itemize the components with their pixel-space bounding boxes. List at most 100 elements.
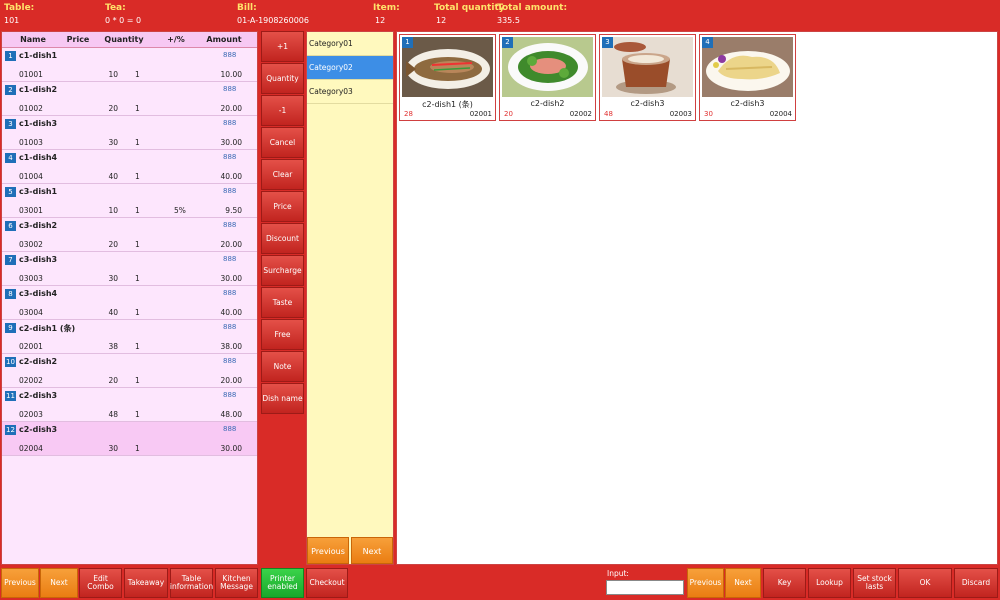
row-amount: 40.00 [220,308,242,317]
checkout-button[interactable]: Checkout [306,568,348,598]
dish-code: 02001 [469,110,492,118]
category-item[interactable]: Category01 [307,32,393,56]
row-amount: 20.00 [220,376,242,385]
item-value: 12 [375,16,386,25]
dish-tile[interactable]: 4 c2-dish3 30 02004 [699,34,796,121]
total-amount-value: 335.5 [497,16,520,25]
bottom-toolbar: Previous Next Edit Combo Takeaway Table … [0,566,1000,600]
row-quantity: 1 [135,274,140,283]
function-button-free[interactable]: Free [261,319,304,350]
row-price: 38 [108,342,118,351]
function-button-dish-name[interactable]: Dish name [261,383,304,414]
function-button-taste[interactable]: Taste [261,287,304,318]
discard-button[interactable]: Discard [954,568,998,598]
order-rows: 1 c1-dish1 888 01001 10 1 10.00 2 c1-dish2 888 010… [2,48,257,456]
row-amount: 38.00 [220,342,242,351]
dish-name: c2-dish2 [530,99,565,108]
row-price: 48 [108,410,118,419]
column-amount: Amount [206,35,242,44]
function-button-quantity[interactable]: Quantity [261,63,304,94]
row-price: 20 [108,376,118,385]
row-quantity: 1 [135,410,140,419]
input-previous-button[interactable]: Previous [687,568,724,598]
row-discount: 888 [223,119,237,127]
row-discount: 888 [223,221,237,229]
category-item[interactable]: Category03 [307,80,393,104]
row-number: 7 [5,255,16,265]
row-dish-code: 01001 [19,70,43,79]
row-quantity: 1 [135,70,140,79]
set-stock-lasts-button[interactable]: Set stock lasts [853,568,896,598]
column-name: Name [20,35,46,44]
table-value: 101 [4,16,20,25]
row-number: 10 [5,357,16,367]
row-discount: 888 [223,255,237,263]
input-next-button[interactable]: Next [725,568,761,598]
row-discount: 888 [223,323,237,331]
lookup-button[interactable]: Lookup [808,568,851,598]
row-number: 4 [5,153,16,163]
category-item[interactable]: Category02 [307,56,393,80]
column-surcharge: +/% [167,35,185,44]
row-quantity: 1 [135,376,140,385]
dish-tile[interactable]: 3 c2-dish3 48 02003 [599,34,696,121]
dish-tile[interactable]: 2 c2-dish2 20 02002 [499,34,596,121]
order-row[interactable]: 2 c1-dish2 888 01002 20 1 20.00 [2,82,257,116]
total-quantity-label: Total quantity [434,3,505,13]
category-list: Category01 Category02 Category03 [307,32,393,104]
function-button-discount[interactable]: Discount [261,223,304,254]
next-button[interactable]: Next [40,568,78,598]
dish-index: 1 [402,37,413,48]
order-row[interactable]: 7 c3-dish3 888 03003 30 1 30.00 [2,252,257,286]
ok-button[interactable]: OK [898,568,952,598]
printer-enabled-button[interactable]: Printer enabled [261,568,304,598]
row-dish-name: c3-dish4 [19,289,58,298]
row-dish-code: 02001 [19,342,43,351]
row-price: 10 [108,70,118,79]
function-button-1[interactable]: -1 [261,95,304,126]
order-row[interactable]: 12 c2-dish3 888 02004 30 1 30.00 [2,422,257,456]
order-row[interactable]: 8 c3-dish4 888 03004 40 1 40.00 [2,286,257,320]
edit-combo-button[interactable]: Edit Combo [79,568,122,598]
row-quantity: 1 [135,138,140,147]
row-dish-name: c2-dish3 [19,425,58,434]
order-row[interactable]: 5 c3-dish1 888 03001 10 1 5% 9.50 [2,184,257,218]
kitchen-message-button[interactable]: Kitchen Message [215,568,258,598]
takeaway-button[interactable]: Takeaway [124,568,168,598]
order-row[interactable]: 6 c3-dish2 888 03002 20 1 20.00 [2,218,257,252]
order-row[interactable]: 10 c2-dish2 888 02002 20 1 20.00 [2,354,257,388]
function-button-cancel[interactable]: Cancel [261,127,304,158]
order-row[interactable]: 1 c1-dish1 888 01001 10 1 10.00 [2,48,257,82]
function-button-1[interactable]: +1 [261,31,304,62]
row-price: 20 [108,240,118,249]
order-row[interactable]: 4 c1-dish4 888 01004 40 1 40.00 [2,150,257,184]
row-amount: 30.00 [220,274,242,283]
function-button-surcharge[interactable]: Surcharge [261,255,304,286]
dish-quantity: 20 [504,110,513,118]
dish-tile[interactable]: 1 c2-dish1 (条) 28 02001 [399,34,496,121]
category-previous-button[interactable]: Previous [307,537,349,564]
row-price: 30 [108,138,118,147]
order-list: Name Price Quantity +/% Amount 1 c1-dish1… [1,31,258,565]
key-button[interactable]: Key [763,568,806,598]
row-dish-name: c2-dish2 [19,357,58,366]
item-label: Item: [373,3,400,13]
dish-code: 02003 [669,110,692,118]
function-button-price[interactable]: Price [261,191,304,222]
row-discount: 888 [223,357,237,365]
order-row[interactable]: 9 c2-dish1 (条) 888 02001 38 1 38.00 [2,320,257,354]
input-field[interactable] [606,580,684,595]
previous-button[interactable]: Previous [1,568,39,598]
function-button-note[interactable]: Note [261,351,304,382]
category-next-button[interactable]: Next [351,537,393,564]
order-row[interactable]: 11 c2-dish3 888 02003 48 1 48.00 [2,388,257,422]
function-button-clear[interactable]: Clear [261,159,304,190]
row-number: 12 [5,425,16,435]
row-dish-code: 03004 [19,308,43,317]
table-information-button[interactable]: Table information [170,568,213,598]
row-quantity: 1 [135,444,140,453]
total-amount-label: Total amount: [497,3,568,13]
bill-label: Bill: [237,3,257,13]
row-amount: 30.00 [220,444,242,453]
order-row[interactable]: 3 c1-dish3 888 01003 30 1 30.00 [2,116,257,150]
